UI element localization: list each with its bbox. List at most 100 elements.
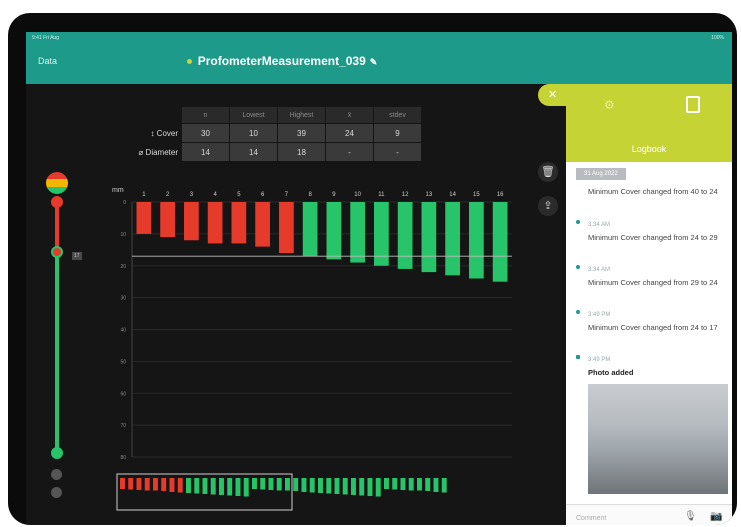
- y-tick-label: 40: [120, 328, 126, 334]
- minimap-bar: [136, 478, 142, 490]
- panel-icon[interactable]: [686, 96, 700, 113]
- device-frame: 9:41 Fri Aug 100% Data ProfometerMeasure…: [8, 13, 737, 525]
- x-tick-label: 5: [237, 192, 241, 198]
- statistics-table: n Lowest Highest x̄ stdev ↕ Cover 30 10 …: [116, 106, 422, 162]
- x-tick-label: 15: [473, 192, 480, 198]
- x-tick-label: 6: [261, 192, 265, 198]
- chart-bar: [397, 202, 413, 269]
- chart-bar: [207, 202, 223, 244]
- stats-cell: 18: [277, 142, 326, 162]
- comment-bar: Comment 🎙 📷: [566, 504, 732, 525]
- stats-col-n: n: [181, 106, 230, 124]
- x-tick-label: 11: [378, 192, 385, 198]
- status-battery: 100%: [711, 35, 724, 41]
- log-message: Photo added: [588, 368, 634, 377]
- stats-cell: 14: [181, 142, 230, 162]
- minimap-bar: [276, 478, 282, 491]
- slider-bottom-knob[interactable]: [51, 447, 63, 459]
- camera-icon[interactable]: 📷: [710, 511, 722, 522]
- logbook-panel: ⚙ Logbook 31 Aug 2022 Minimum Cover chan…: [566, 84, 732, 525]
- x-tick-label: 3: [190, 192, 194, 198]
- minimap-bar: [260, 478, 266, 490]
- chart-bar: [255, 202, 270, 247]
- minimap-bar: [309, 478, 315, 493]
- log-time: 3:49 PM: [588, 357, 611, 363]
- log-entry: 3:49 PM Minimum Cover changed from 24 to…: [576, 309, 726, 332]
- minimap-bar: [301, 478, 307, 492]
- chart-bar: [302, 202, 318, 257]
- date-badge: 31 Aug 2022: [576, 168, 626, 180]
- stats-corner: [116, 106, 182, 124]
- stats-cell: 14: [229, 142, 278, 162]
- microphone-icon[interactable]: 🎙: [684, 511, 697, 522]
- bullet-icon: [576, 265, 580, 269]
- y-tick-label: 10: [120, 232, 126, 238]
- edit-pencil-icon[interactable]: ✎: [370, 57, 378, 67]
- x-tick-label: 1: [142, 192, 146, 198]
- minimap-bar: [441, 478, 447, 493]
- status-dot-icon: [186, 59, 192, 65]
- chart-bar: [326, 202, 342, 260]
- stats-cell: 39: [277, 123, 326, 143]
- x-tick-label: 2: [166, 192, 170, 198]
- x-tick-label: 7: [285, 192, 289, 198]
- minimap-bar: [169, 478, 175, 492]
- x-tick-label: 12: [402, 192, 409, 198]
- y-tick-label: 20: [120, 264, 126, 270]
- overview-minimap[interactable]: [116, 472, 456, 512]
- stats-col-mean: x̄: [325, 106, 374, 124]
- stats-cell: 30: [181, 123, 230, 143]
- bullet-icon: [576, 220, 580, 224]
- minimap-bar: [318, 478, 323, 493]
- minimap-bar: [375, 478, 381, 497]
- stats-row-label: ↕ Cover: [116, 123, 182, 143]
- minimap-bar: [186, 478, 191, 493]
- stats-cell: -: [373, 142, 422, 162]
- stats-col-stdev: stdev: [373, 106, 422, 124]
- chart-bar: [279, 202, 294, 253]
- minimap-bar: [408, 478, 414, 491]
- trash-icon[interactable]: 🗑: [538, 162, 558, 182]
- zoom-in-icon[interactable]: [51, 469, 62, 480]
- gear-icon[interactable]: ⚙: [604, 98, 615, 112]
- log-entry: 3:34 AM Minimum Cover changed from 24 to…: [576, 219, 726, 242]
- measurement-name[interactable]: ProfometerMeasurement_039: [198, 54, 366, 68]
- minimap-bar: [144, 478, 150, 491]
- y-tick-label: 60: [120, 391, 126, 397]
- minimap-bar: [334, 478, 340, 494]
- minimap-bar: [326, 478, 332, 494]
- attached-photo[interactable]: [588, 384, 728, 494]
- bullet-icon: [576, 310, 580, 314]
- slider-threshold-knob[interactable]: [51, 246, 63, 258]
- color-scale-icon[interactable]: [46, 172, 68, 194]
- stats-cell: 24: [325, 123, 374, 143]
- y-tick-label: 50: [120, 359, 126, 365]
- comment-input[interactable]: Comment: [576, 515, 606, 522]
- chart-bar: [445, 202, 460, 276]
- minimap-bar: [351, 478, 356, 495]
- minimap-bar: [153, 478, 158, 491]
- stats-cell: 10: [229, 123, 278, 143]
- status-bar: 9:41 Fri Aug 100%: [26, 32, 732, 44]
- log-message: Minimum Cover changed from 24 to 17: [588, 323, 718, 332]
- cover-bar-chart[interactable]: mm 0 10 20 30 40 50 60 70 80 1 2 3 4 5 6 7 8 9 10 11 12 13 14 15…: [92, 182, 517, 467]
- slider-top-knob[interactable]: [51, 196, 63, 208]
- minimap-bar: [128, 478, 134, 490]
- minimap-svg: [116, 473, 447, 511]
- minimap-bar: [235, 478, 241, 496]
- minimap-bar: [359, 478, 365, 496]
- log-time: 3:49 PM: [588, 312, 611, 318]
- minimap-bar: [293, 478, 299, 491]
- log-time: 3:34 AM: [588, 267, 611, 273]
- share-icon[interactable]: ⇪: [538, 196, 558, 216]
- minimap-bar: [342, 478, 348, 495]
- minimap-bar: [227, 478, 233, 496]
- logbook-header: ⚙ Logbook: [566, 84, 732, 162]
- y-tick-label: 30: [120, 296, 126, 302]
- y-unit-label: mm: [112, 187, 124, 194]
- y-tick-label: 80: [120, 455, 126, 461]
- chart-bar: [160, 202, 175, 238]
- zoom-out-icon[interactable]: [51, 487, 62, 498]
- minimap-bar: [433, 478, 439, 492]
- log-time: 3:34 AM: [588, 222, 611, 228]
